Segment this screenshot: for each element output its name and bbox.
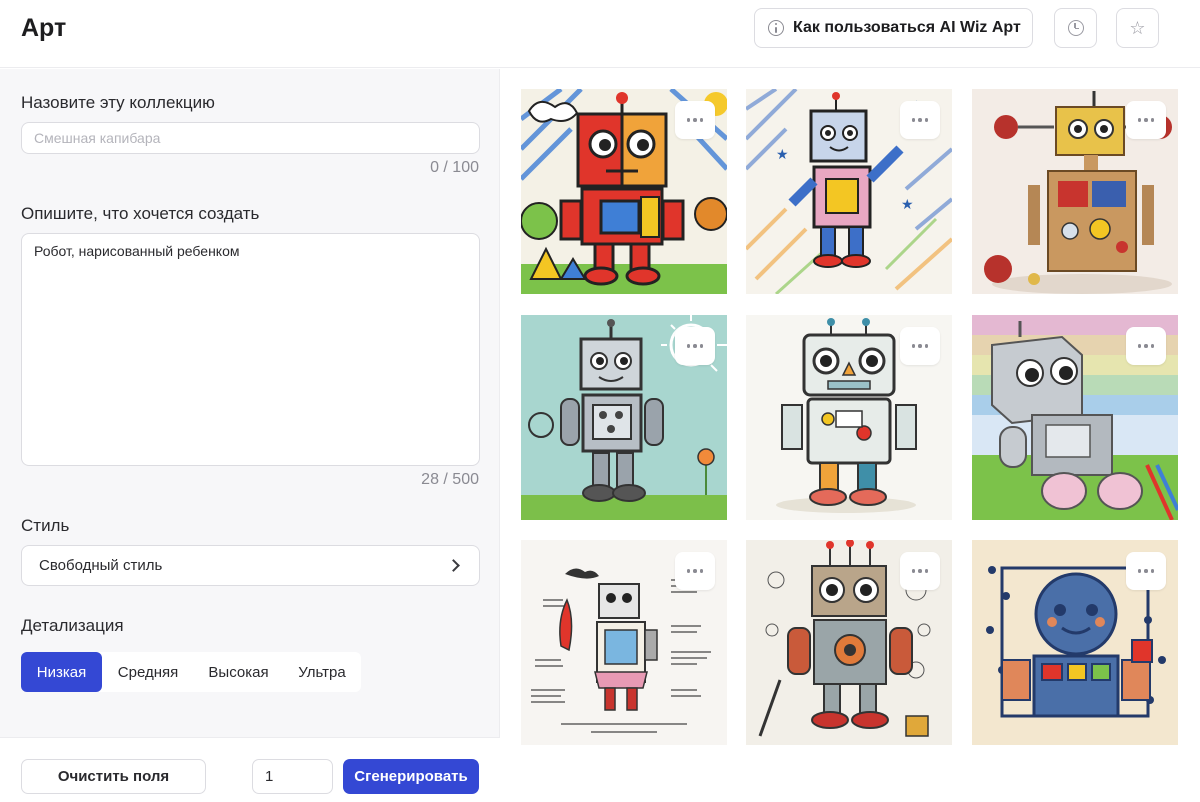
gallery-image[interactable] — [521, 540, 727, 745]
dots-icon — [1137, 344, 1155, 348]
gallery-image[interactable]: ★★★ — [746, 89, 952, 294]
chevron-right-icon — [447, 559, 460, 572]
detail-option-high[interactable]: Высокая — [194, 652, 283, 692]
dots-icon — [686, 344, 704, 348]
gallery-image[interactable] — [521, 315, 727, 520]
more-options-button[interactable] — [900, 327, 940, 365]
top-header: Арт Как пользоваться AI Wiz Арт ☆ — [0, 0, 1200, 68]
more-options-button[interactable] — [675, 101, 715, 139]
collection-name-label: Назовите эту коллекцию — [21, 93, 215, 112]
dots-icon — [686, 118, 704, 122]
style-label: Стиль — [21, 516, 70, 535]
detail-option-medium[interactable]: Средняя — [102, 652, 194, 692]
more-options-button[interactable] — [900, 101, 940, 139]
detail-label: Детализация — [21, 616, 124, 635]
collection-name-counter: 0 / 100 — [430, 159, 479, 176]
gallery-image[interactable] — [972, 540, 1178, 745]
star-icon: ☆ — [1129, 18, 1146, 38]
more-options-button[interactable] — [900, 552, 940, 590]
more-options-button[interactable] — [1126, 552, 1166, 590]
collection-name-input[interactable] — [21, 122, 480, 154]
clock-icon — [1067, 20, 1084, 36]
gallery-image[interactable] — [746, 315, 952, 520]
more-options-button[interactable] — [1126, 101, 1166, 139]
clear-fields-button[interactable]: Очистить поля — [21, 759, 206, 794]
gallery-image[interactable] — [972, 89, 1178, 294]
how-to-use-button[interactable]: Как пользоваться AI Wiz Арт — [754, 8, 1033, 48]
history-button[interactable] — [1054, 8, 1097, 48]
style-select[interactable]: Свободный стиль — [21, 545, 480, 586]
style-value: Свободный стиль — [39, 557, 163, 574]
quantity-input[interactable] — [252, 759, 333, 794]
dots-icon — [1137, 118, 1155, 122]
gallery-image[interactable] — [746, 540, 952, 745]
detail-option-low[interactable]: Низкая — [21, 652, 102, 692]
favorites-button[interactable]: ☆ — [1116, 8, 1159, 48]
dots-icon — [1137, 569, 1155, 573]
svg-text:★: ★ — [776, 146, 789, 162]
dots-icon — [911, 344, 929, 348]
more-options-button[interactable] — [675, 552, 715, 590]
more-options-button[interactable] — [675, 327, 715, 365]
generate-button[interactable]: Сгенерировать — [343, 759, 479, 794]
page-title: Арт — [21, 14, 67, 42]
generation-form-panel: Назовите эту коллекцию 0 / 100 Опишите, … — [0, 69, 500, 802]
detail-option-ultra[interactable]: Ультра — [283, 652, 361, 692]
more-options-button[interactable] — [1126, 327, 1166, 365]
prompt-label: Опишите, что хочется создать — [21, 204, 260, 223]
gallery-image[interactable] — [972, 315, 1178, 520]
image-gallery: ★★★ — [521, 89, 1181, 745]
prompt-textarea[interactable]: Робот, нарисованный ребенком — [21, 233, 480, 466]
dots-icon — [686, 569, 704, 573]
detail-segmented-control: Низкая Средняя Высокая Ультра — [21, 652, 361, 692]
dots-icon — [911, 118, 929, 122]
prompt-counter: 28 / 500 — [421, 471, 479, 488]
info-icon — [768, 20, 784, 36]
svg-text:★: ★ — [901, 196, 914, 212]
how-to-use-label: Как пользоваться AI Wiz Арт — [793, 19, 1021, 36]
gallery-image[interactable] — [521, 89, 727, 294]
dots-icon — [911, 569, 929, 573]
form-actions-bar: Очистить поля Сгенерировать — [0, 737, 500, 802]
